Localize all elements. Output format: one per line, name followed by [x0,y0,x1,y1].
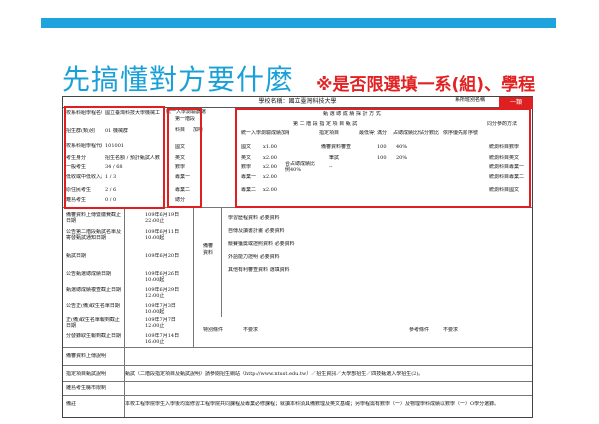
footer-line-1: 甄試（二階段指定項目及甄試說明）請參閱招生網站（http://www.ntust… [125,371,424,377]
schedule-value: 109年6月26日 10:00起 [145,271,180,283]
schedule-key: 公告甄選總成績日期 [66,271,112,277]
red-tab: 一類 [499,97,533,109]
highlight-box-middle [167,108,202,208]
remarks-label: 備註 [66,401,77,407]
schedule-value: 109年6月11日 10:00起 [145,229,180,241]
divider [63,365,532,366]
highlight-box-left [64,106,165,209]
schedule-value: 109年6月19日 22:00止 [145,212,180,224]
top-accent-bar [41,18,556,28]
reference-condition-value: 不要求 [443,327,459,333]
special-condition-value: 不要求 [243,327,259,333]
upload-note-label: 備審資料上傳說明 [66,353,107,359]
exam-note-label: 指定項目甄試說明 [66,371,107,377]
schedule-key: 正(備)取生名單報到截止日期 [66,317,120,329]
footer-line-2: 本校工程學院學生入學後均需修習工程學院共同課程及專業必修課程；就讀本科須具備數理… [125,401,500,407]
schedule-key: 公告正(備)取生名單日期 [66,303,120,309]
schedule-value: 109年7月3日 10:00起 [145,303,176,315]
schedule-key: 分發錄取生報到截止日期 [66,333,122,339]
divider [124,207,125,417]
review-material-item: 學習歷程資料 必要資料 [228,215,280,221]
slide-note: ※是否限選填一系(組)、學程 [316,75,536,95]
schedule-value: 109年7月14日 16:00止 [145,333,180,345]
dept-short-label: 系所班別名稱 [455,97,486,103]
highlight-box-right [235,108,531,208]
schedule-value: 109年6月29日 12:00止 [145,287,180,299]
review-material-item: 自傳及讀書計畫 必要資料 [228,228,285,234]
schedule-key: 甄選總成績複查截止日期 [66,287,122,293]
special-sites-label: 雕島考生縣市限制 [66,385,107,391]
review-material-item: 競賽獲獎或證照資料 必要資料 [228,241,295,247]
review-material-item: 外語能力證明 必要資料 [228,254,280,260]
divider [221,207,222,317]
divider [63,381,532,382]
special-condition-label: 特別條件 [203,327,224,333]
divider [63,395,532,396]
reference-condition-label: 參考條件 [409,327,430,333]
schedule-value: 109年6月20日 [145,253,180,259]
review-materials-title: 備審資料 [203,243,213,256]
divider [193,207,194,347]
schedule-key: 公告第二階段甄試名單及寄發甄試通知日期 [66,229,122,241]
schedule-value: 109年7月7日 12:00止 [145,317,176,329]
schedule-key: 備審資料上傳暨繳費截止日期 [66,212,122,224]
schedule-key: 甄試日期 [66,253,87,259]
review-material-item: 其他有利審查資料 選填資料 [228,267,290,273]
slide-heading: 先搞懂對方要什麼 [62,63,295,96]
divider [63,347,532,348]
